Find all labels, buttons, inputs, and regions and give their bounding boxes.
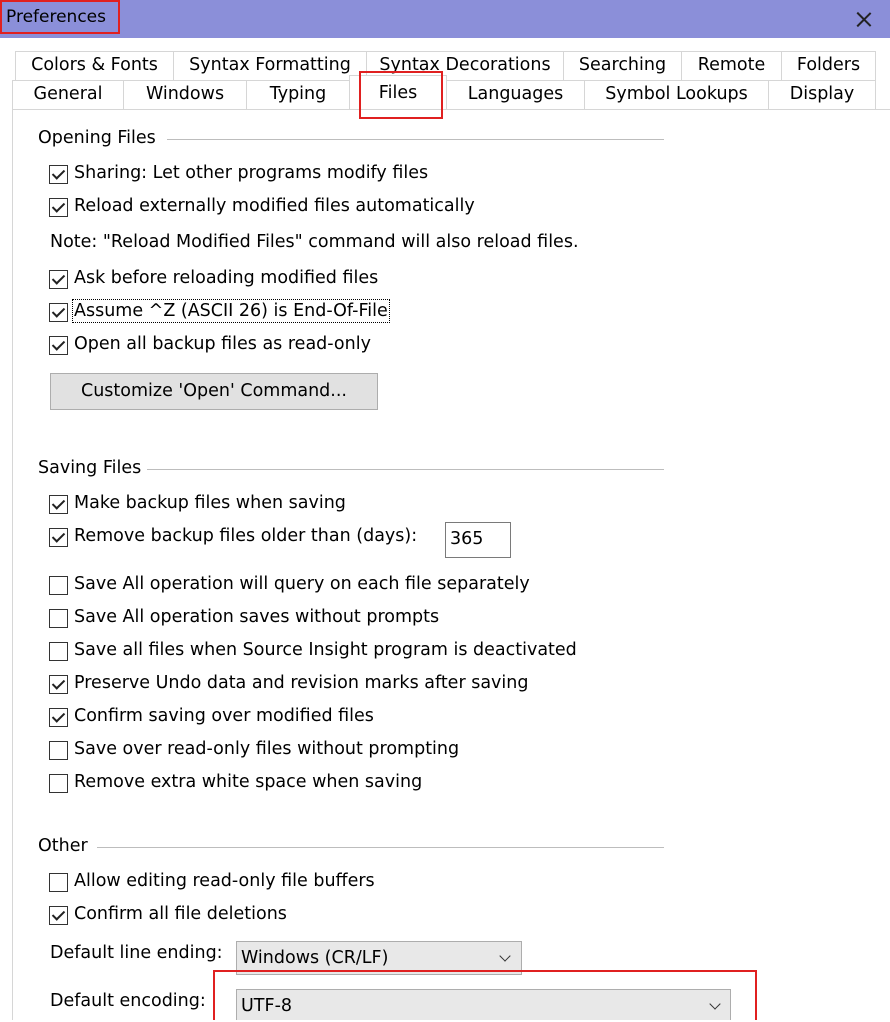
tab-strip: Colors & Fonts Syntax Formatting Syntax … xyxy=(0,38,890,114)
saving-files-title: Saving Files xyxy=(38,458,142,478)
ask-reload-checkbox[interactable] xyxy=(49,270,68,289)
confirm-deletions-checkbox[interactable] xyxy=(49,906,68,925)
remove-backup-label: Remove backup files older than (days): xyxy=(74,526,418,546)
close-icon[interactable] xyxy=(849,4,879,34)
preserve-undo-label: Preserve Undo data and revision marks af… xyxy=(74,673,529,693)
allow-editing-ro-label: Allow editing read-only file buffers xyxy=(74,871,375,891)
remove-whitespace-label: Remove extra white space when saving xyxy=(74,772,423,792)
files-tab-highlight-box xyxy=(359,71,443,119)
no-prompts-label: Save All operation saves without prompts xyxy=(74,607,440,627)
confirm-saving-checkbox[interactable] xyxy=(49,708,68,727)
allow-editing-ro-checkbox[interactable] xyxy=(49,873,68,892)
reload-auto-label: Reload externally modified files automat… xyxy=(74,196,475,216)
make-backup-checkbox[interactable] xyxy=(49,495,68,514)
save-on-deactivate-label: Save all files when Source Insight progr… xyxy=(74,640,577,660)
line-ending-value: Windows (CR/LF) xyxy=(241,948,389,968)
backup-days-input[interactable]: 365 xyxy=(445,522,511,558)
encoding-label: Default encoding: xyxy=(50,991,206,1011)
tab-remote[interactable]: Remote xyxy=(681,51,782,80)
tab-searching[interactable]: Searching xyxy=(563,51,682,80)
confirm-deletions-label: Confirm all file deletions xyxy=(74,904,287,924)
tab-typing[interactable]: Typing xyxy=(246,80,350,109)
opening-files-divider xyxy=(167,139,664,140)
make-backup-label: Make backup files when saving xyxy=(74,493,346,513)
tab-colors-fonts[interactable]: Colors & Fonts xyxy=(15,51,174,80)
save-readonly-checkbox[interactable] xyxy=(49,741,68,760)
assume-eof-checkbox[interactable] xyxy=(49,303,68,322)
tab-languages[interactable]: Languages xyxy=(446,80,585,109)
tab-display[interactable]: Display xyxy=(768,80,876,109)
save-on-deactivate-checkbox[interactable] xyxy=(49,642,68,661)
reload-note: Note: "Reload Modified Files" command wi… xyxy=(50,232,579,252)
save-readonly-label: Save over read-only files without prompt… xyxy=(74,739,460,759)
title-bar: Preferences xyxy=(0,0,890,38)
customize-open-command-button[interactable]: Customize 'Open' Command... xyxy=(50,373,378,410)
window-title: Preferences xyxy=(6,7,106,27)
query-each-checkbox[interactable] xyxy=(49,576,68,595)
remove-whitespace-checkbox[interactable] xyxy=(49,774,68,793)
title-highlight-box: Preferences xyxy=(0,0,120,34)
other-title: Other xyxy=(38,836,88,856)
other-divider xyxy=(97,847,664,848)
opening-files-title: Opening Files xyxy=(38,128,156,148)
sharing-label: Sharing: Let other programs modify files xyxy=(74,163,429,183)
tab-symbol-lookups[interactable]: Symbol Lookups xyxy=(584,80,769,109)
preserve-undo-checkbox[interactable] xyxy=(49,675,68,694)
sharing-checkbox[interactable] xyxy=(49,165,68,184)
encoding-highlight-box xyxy=(213,970,757,1020)
open-backup-ro-label: Open all backup files as read-only xyxy=(74,334,371,354)
chevron-down-icon xyxy=(499,950,511,962)
tab-general[interactable]: General xyxy=(12,80,124,109)
reload-auto-checkbox[interactable] xyxy=(49,198,68,217)
saving-files-divider xyxy=(147,469,664,470)
line-ending-label: Default line ending: xyxy=(50,943,223,963)
remove-backup-checkbox[interactable] xyxy=(49,528,68,547)
tab-folders[interactable]: Folders xyxy=(781,51,876,80)
query-each-label: Save All operation will query on each fi… xyxy=(74,574,530,594)
ask-reload-label: Ask before reloading modified files xyxy=(74,268,379,288)
assume-eof-label: Assume ^Z (ASCII 26) is End-Of-File xyxy=(72,299,390,323)
tab-windows[interactable]: Windows xyxy=(123,80,247,109)
tab-syntax-formatting[interactable]: Syntax Formatting xyxy=(173,51,367,80)
open-backup-ro-checkbox[interactable] xyxy=(49,336,68,355)
no-prompts-checkbox[interactable] xyxy=(49,609,68,628)
confirm-saving-label: Confirm saving over modified files xyxy=(74,706,374,726)
